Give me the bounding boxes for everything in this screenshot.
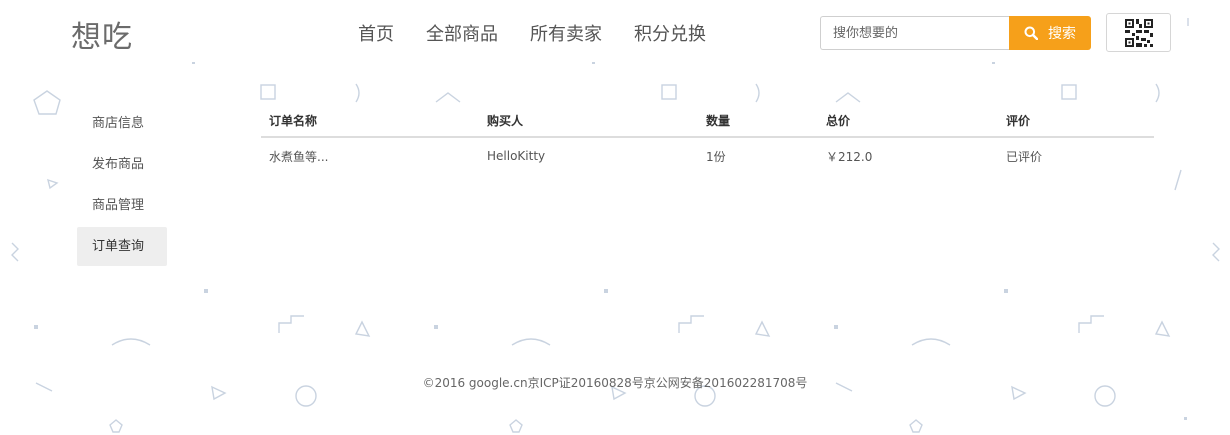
table-row: 水煮鱼等... HelloKitty 1份 ￥212.0 已评价: [261, 137, 1154, 174]
column-header-review: 评价: [998, 104, 1154, 138]
orders-table: 订单名称 购买人 数量 总价 评价 水煮鱼等... HelloKitty 1份 …: [261, 104, 1154, 174]
site-logo[interactable]: 想吃: [71, 12, 133, 56]
order-name-cell[interactable]: 水煮鱼等...: [261, 137, 479, 174]
search-button-label: 搜索: [1048, 26, 1076, 42]
quantity-cell: 1份: [706, 149, 726, 164]
sidebar-item-store-info[interactable]: 商店信息: [77, 104, 167, 143]
main-nav: 首页 全部商品 所有卖家 积分兑换: [358, 20, 706, 46]
sidebar-item-publish-product[interactable]: 发布商品: [77, 145, 167, 184]
total-price-cell: ￥212.0: [826, 149, 873, 164]
nav-points-exchange[interactable]: 积分兑换: [634, 20, 706, 46]
review-status-cell: 已评价: [1006, 149, 1043, 164]
footer-copyright: ©2016 google.cn京ICP证20160828号京公网安备201602…: [422, 376, 808, 390]
qrcode-button[interactable]: [1106, 13, 1171, 52]
search-bar: 搜索: [820, 16, 1091, 50]
background-pattern: [11, 18, 1220, 433]
header: 想吃 首页 全部商品 所有卖家 积分兑换 搜索: [0, 0, 1230, 64]
sidebar-item-product-management[interactable]: 商品管理: [77, 186, 167, 225]
column-header-quantity: 数量: [698, 104, 818, 138]
table-header-row: 订单名称 购买人 数量 总价 评价: [261, 104, 1154, 138]
search-icon: [1024, 26, 1038, 40]
buyer-cell: HelloKitty: [487, 149, 546, 163]
column-header-total: 总价: [818, 104, 998, 138]
qrcode-icon: [1124, 18, 1153, 47]
search-button[interactable]: 搜索: [1009, 16, 1091, 50]
sidebar-item-order-query[interactable]: 订单查询: [77, 227, 167, 266]
nav-all-products[interactable]: 全部商品: [426, 20, 498, 46]
sidebar: 商店信息 发布商品 商品管理 订单查询: [77, 104, 167, 268]
column-header-buyer: 购买人: [479, 104, 698, 138]
nav-all-sellers[interactable]: 所有卖家: [530, 20, 602, 46]
search-input[interactable]: [820, 16, 1009, 50]
column-header-order-name: 订单名称: [261, 104, 479, 138]
nav-home[interactable]: 首页: [358, 20, 394, 46]
